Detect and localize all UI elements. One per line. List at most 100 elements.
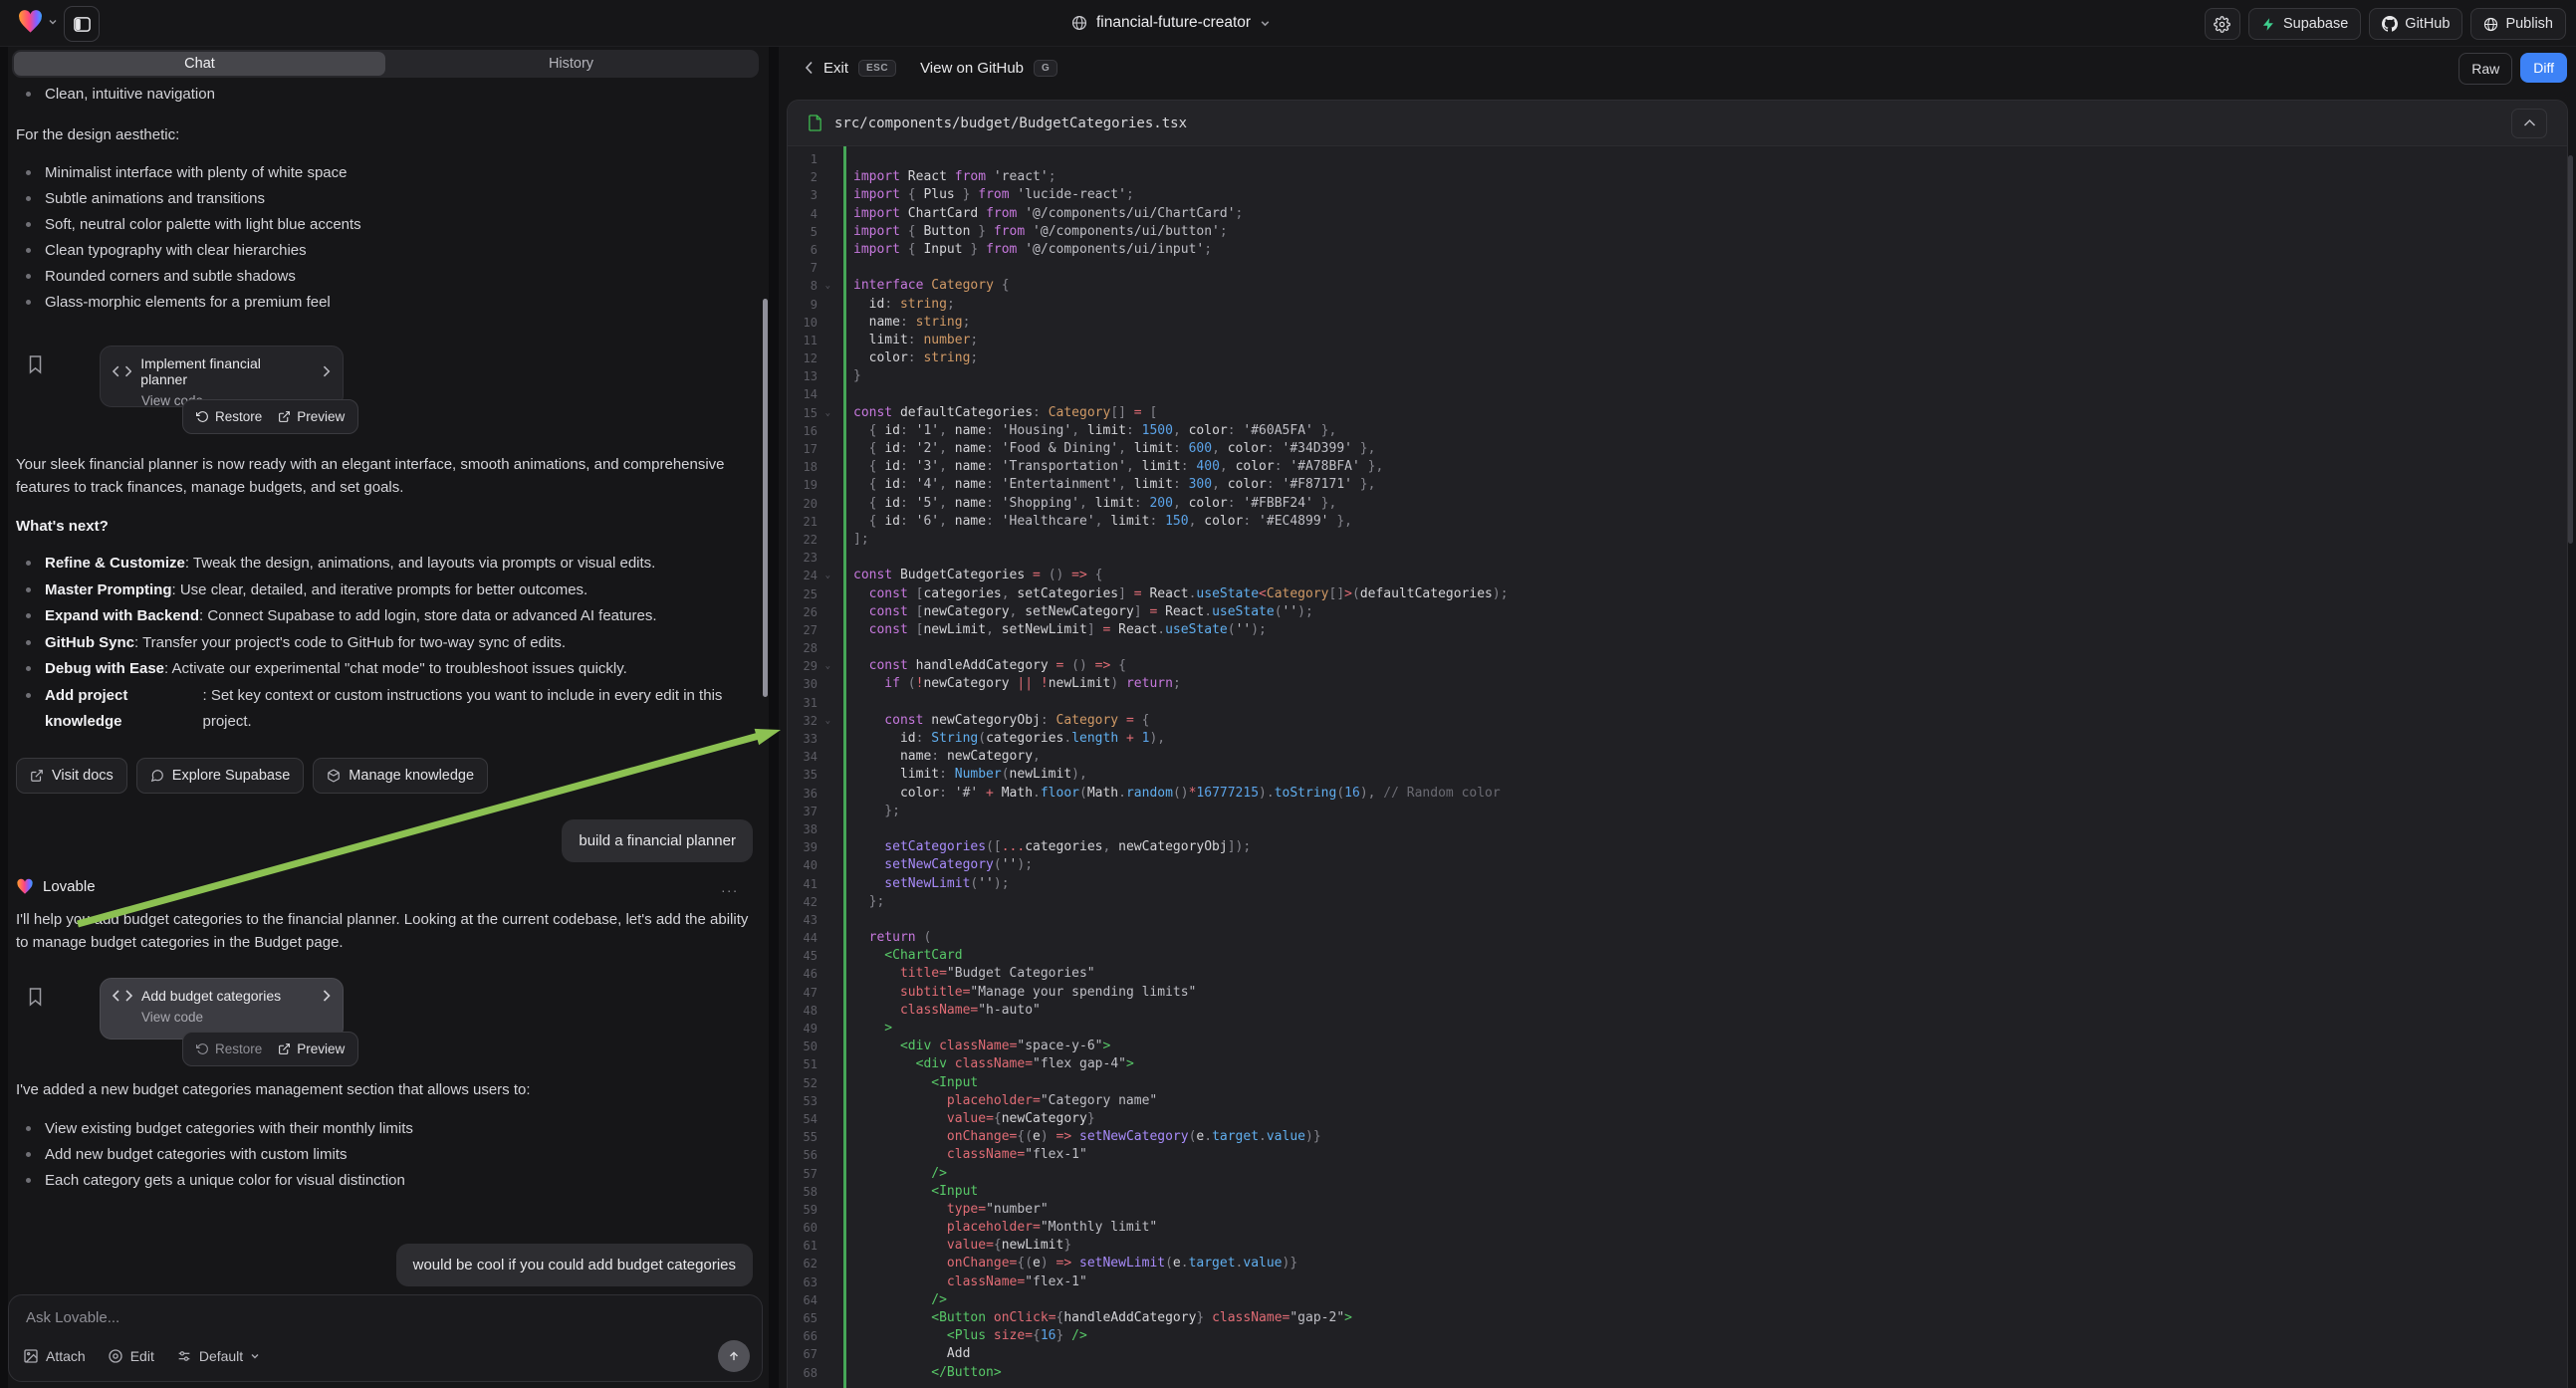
code-scrollbar[interactable] [2568,155,2573,544]
line-number: 41 [788,875,833,893]
line-number: 1 [788,150,833,168]
line-number: 56 [788,1146,833,1164]
panel-left-icon [73,15,92,34]
line-number: 9 [788,296,833,314]
code-line: 8⌄interface Category { [788,277,2567,295]
code-line: 53 placeholder="Category name" [788,1092,2567,1110]
lovable-logo-icon[interactable] [17,9,44,36]
bullet-dot [26,693,31,698]
code-line: 44 return ( [788,929,2567,947]
code-line: 9 id: string; [788,296,2567,314]
assistant-message: Your sleek financial planner is now read… [16,453,753,499]
bullet-item: Master Prompting: Use clear, detailed, a… [16,578,753,604]
bookmark-icon[interactable] [27,354,44,374]
code-line: 40 setNewCategory(''); [788,856,2567,874]
arrow-up-icon [727,1349,741,1363]
preview-button[interactable]: Preview [278,409,345,424]
message-menu-button[interactable]: ... [721,879,739,895]
file-bar[interactable]: src/components/budget/BudgetCategories.t… [788,101,2567,146]
line-number: 55 [788,1128,833,1146]
chat-panel: Chat History Clean, intuitive navigation… [8,46,769,1388]
preview-button[interactable]: Preview [278,1041,345,1056]
visit-docs-button[interactable]: Visit docs [16,758,127,794]
fold-caret-icon[interactable]: ⌄ [825,567,830,584]
restore-button[interactable]: Restore [196,1041,262,1056]
code-line: 17 { id: '2', name: 'Food & Dining', lim… [788,440,2567,458]
code-line: 52 <Input [788,1074,2567,1092]
collapse-file-button[interactable] [2511,109,2547,138]
code-line: 22]; [788,531,2567,549]
supabase-bolt-icon [2261,17,2276,32]
code-line: 49 > [788,1020,2567,1038]
restore-icon [196,410,209,423]
publish-label: Publish [2505,16,2553,32]
github-button[interactable]: GitHub [2369,8,2462,40]
code-line: 11 limit: number; [788,332,2567,349]
line-number: 36 [788,785,833,803]
code-panel: Exit ESC View on GitHub G Raw Diff src/c… [779,46,2576,1388]
code-line: 19 { id: '4', name: 'Entertainment', lim… [788,476,2567,494]
line-number: 60 [788,1219,833,1237]
code-line: 15⌄const defaultCategories: Category[] =… [788,404,2567,422]
view-on-github-link[interactable]: View on GitHub [920,60,1024,77]
code-line: 30 if (!newCategory || !newLimit) return… [788,675,2567,693]
toggle-sidebar-button[interactable] [64,6,100,42]
chat-scrollbar[interactable] [763,299,768,697]
bullet-dot [26,196,31,201]
settings-button[interactable] [2205,8,2240,40]
attach-button[interactable]: Attach [23,1348,86,1364]
tab-history[interactable]: History [385,52,757,76]
line-number: 12 [788,349,833,367]
explore-supabase-button[interactable]: Explore Supabase [136,758,305,794]
version-card-add-budget-categories[interactable]: Add budget categories View code [100,978,344,1040]
chat-composer[interactable]: Ask Lovable... Attach Edit Default [8,1294,763,1382]
exit-button[interactable]: Exit [823,60,848,77]
fold-caret-icon[interactable]: ⌄ [825,277,830,295]
code-line: 25 const [categories, setCategories] = R… [788,585,2567,603]
bullet-dot [26,561,31,566]
code-viewer[interactable]: 12import React from 'react';3import { Pl… [788,146,2567,1388]
code-line: 14 [788,385,2567,403]
chevron-left-icon[interactable] [805,61,814,75]
line-number: 16 [788,422,833,440]
file-path: src/components/budget/BudgetCategories.t… [834,116,1187,131]
code-line: 58 <Input [788,1183,2567,1201]
tab-chat[interactable]: Chat [14,52,385,76]
code-line: 39 setCategories([...categories, newCate… [788,838,2567,856]
line-number: 51 [788,1055,833,1073]
line-number: 24⌄ [788,567,833,584]
bookmark-icon[interactable] [27,987,44,1007]
chevron-down-icon[interactable] [48,17,58,27]
project-switcher[interactable]: financial-future-creator [1071,0,1271,46]
send-button[interactable] [718,1340,750,1372]
bullet-item: Debug with Ease: Activate our experiment… [16,656,753,683]
version-card-row: Implement financial planner View code Re… [16,346,753,437]
manage-knowledge-button[interactable]: Manage knowledge [313,758,488,794]
line-number: 21 [788,513,833,531]
version-card-implement-financial-planner[interactable]: Implement financial planner View code [100,346,344,407]
fold-caret-icon[interactable]: ⌄ [825,712,830,730]
edit-button[interactable]: Edit [108,1348,154,1364]
fold-caret-icon[interactable]: ⌄ [825,657,830,675]
line-number: 7 [788,259,833,277]
fold-caret-icon[interactable]: ⌄ [825,404,830,422]
model-selector[interactable]: Default [176,1348,260,1364]
code-line: 6import { Input } from '@/components/ui/… [788,241,2567,259]
code-line: 28 [788,639,2567,657]
bullet-dot [26,248,31,253]
restore-button[interactable]: Restore [196,409,262,424]
raw-toggle-button[interactable]: Raw [2459,53,2512,85]
bullet-dot [26,613,31,618]
line-number: 25 [788,585,833,603]
supabase-button[interactable]: Supabase [2248,8,2361,40]
assistant-message: I've added a new budget categories manag… [16,1078,753,1101]
code-line: 56 className="flex-1" [788,1146,2567,1164]
publish-button[interactable]: Publish [2470,8,2566,40]
code-line: 64 /> [788,1291,2567,1309]
diff-toggle-button[interactable]: Diff [2520,53,2567,83]
user-message: would be cool if you could add budget ca… [396,1244,753,1286]
github-icon [2382,16,2398,32]
view-code-link[interactable]: View code [141,1010,331,1025]
line-number: 5 [788,223,833,241]
line-number: 17 [788,440,833,458]
